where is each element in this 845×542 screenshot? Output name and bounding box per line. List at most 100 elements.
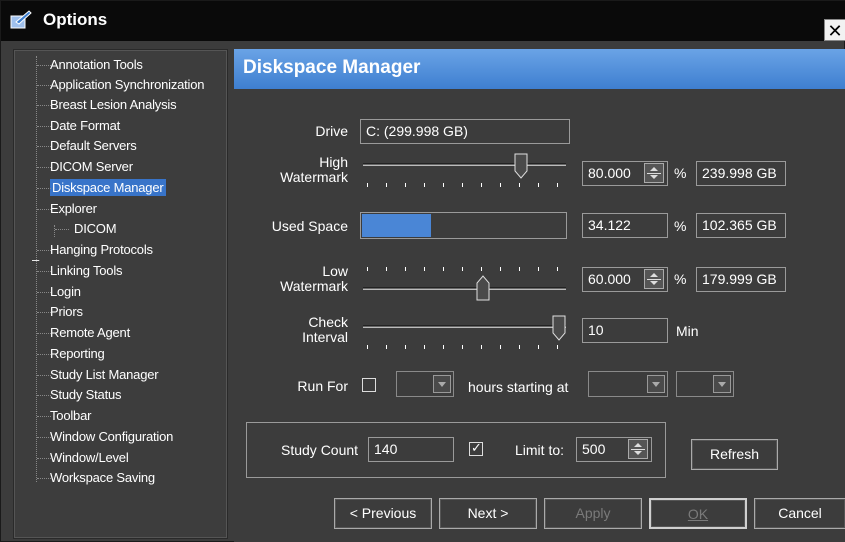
used-space-bar-fill	[362, 214, 431, 237]
high-watermark-size: 239.998 GB	[696, 161, 786, 186]
drive-label: Drive	[315, 123, 348, 139]
check-interval-ticks	[367, 345, 558, 349]
slider-tick	[367, 267, 368, 271]
sidebar-item[interactable]: Breast Lesion Analysis	[50, 95, 177, 115]
tree-connector	[37, 375, 51, 376]
sidebar-item-label: Linking Tools	[50, 263, 123, 278]
start-time-combo[interactable]	[588, 371, 668, 397]
run-for-hours-combo[interactable]	[396, 371, 454, 397]
slider-tick	[405, 345, 406, 349]
tree-connector	[37, 437, 51, 438]
sidebar-item-label: Application Synchronization	[50, 77, 205, 92]
sidebar-item[interactable]: Hanging Protocols	[50, 240, 153, 260]
sidebar-item[interactable]: Window/Level	[50, 448, 129, 468]
sidebar-item[interactable]: Application Synchronization	[50, 75, 205, 95]
chevron-down-icon[interactable]	[433, 375, 451, 393]
low-watermark-ticks	[367, 267, 558, 271]
used-space-value: 34.122	[582, 213, 668, 238]
study-count-field[interactable]: 140	[368, 437, 454, 462]
tree-connector	[37, 126, 51, 127]
sidebar-item-label: Hanging Protocols	[50, 242, 153, 257]
check-interval-value[interactable]: 10	[582, 318, 668, 343]
slider-tick	[519, 345, 520, 349]
slider-tick	[557, 345, 558, 349]
drive-field[interactable]: C: (299.998 GB)	[360, 119, 570, 144]
run-for-label: Run For	[297, 378, 348, 394]
sidebar-item[interactable]: Reporting	[50, 344, 105, 364]
check-interval-slider-thumb[interactable]	[552, 315, 566, 341]
tree-connector	[37, 146, 51, 147]
low-watermark-spinner[interactable]	[644, 269, 664, 289]
sidebar-item[interactable]: DICOM	[74, 219, 117, 239]
slider-tick	[424, 183, 425, 187]
sidebar-item-label: Priors	[50, 304, 83, 319]
options-window: Options ✕ – Annotation Tools Application …	[0, 0, 845, 542]
collapse-icon[interactable]: –	[32, 252, 39, 267]
sidebar-item[interactable]: Default Servers	[50, 136, 137, 156]
sidebar-item[interactable]: Date Format	[50, 116, 120, 136]
sidebar-item[interactable]: Linking Tools	[50, 261, 123, 281]
sidebar-item[interactable]: Remote Agent	[50, 323, 130, 343]
sidebar-item[interactable]: Toolbar	[50, 406, 91, 426]
slider-tick	[538, 267, 539, 271]
slider-tick	[538, 345, 539, 349]
chevron-down-icon[interactable]	[713, 375, 731, 393]
slider-tick	[386, 267, 387, 271]
slider-tick	[557, 267, 558, 271]
sidebar-item[interactable]: Study List Manager	[50, 365, 159, 385]
study-count-label: Study Count	[281, 442, 359, 458]
tree-connector	[37, 333, 51, 334]
slider-tick	[386, 183, 387, 187]
limit-to-label: Limit to:	[515, 442, 565, 458]
sidebar-item[interactable]: Window Configuration	[50, 427, 173, 447]
sidebar-item[interactable]: Priors	[50, 302, 83, 322]
sidebar-item[interactable]: Login	[50, 282, 81, 302]
slider-tick	[443, 345, 444, 349]
sidebar-item[interactable]: Diskspace Manager	[50, 178, 166, 198]
high-watermark-track	[363, 163, 566, 166]
sidebar-item-label: Date Format	[50, 118, 121, 133]
low-watermark-size: 179.999 GB	[696, 267, 786, 292]
ok-button[interactable]: OK	[649, 498, 747, 529]
slider-tick	[462, 183, 463, 187]
next-button[interactable]: Next >	[439, 498, 537, 529]
low-watermark-slider-thumb[interactable]	[476, 275, 490, 301]
cancel-button[interactable]: Cancel	[754, 498, 845, 529]
main-panel: Diskspace Manager Drive C: (299.998 GB) …	[234, 49, 845, 542]
start-time-combo-2[interactable]	[676, 371, 734, 397]
check-interval-label-line1: Check	[308, 314, 348, 330]
slider-tick	[519, 183, 520, 187]
used-space-size: 102.365 GB	[696, 213, 786, 238]
high-watermark-slider-thumb[interactable]	[514, 153, 528, 179]
chevron-down-icon[interactable]	[647, 375, 665, 393]
sidebar-item-label: Breast Lesion Analysis	[50, 97, 177, 112]
apply-button[interactable]: Apply	[544, 498, 642, 529]
sidebar-item[interactable]: Workspace Saving	[50, 468, 155, 488]
sidebar-item[interactable]: Study Status	[50, 385, 122, 405]
used-space-bar	[360, 212, 567, 239]
sidebar-item-label: Workspace Saving	[50, 470, 155, 485]
sidebar-item[interactable]: Explorer	[50, 199, 97, 219]
tree-connector	[37, 85, 51, 86]
high-watermark-spinner[interactable]	[644, 163, 664, 183]
refresh-button[interactable]: Refresh	[691, 439, 778, 470]
options-tree: – Annotation Tools Application Synchroniz…	[13, 49, 228, 539]
sidebar-item-label: Window Configuration	[50, 429, 174, 444]
sidebar-item-label: Toolbar	[50, 408, 92, 423]
close-button[interactable]: ✕	[824, 19, 845, 41]
sidebar-item-label: Annotation Tools	[50, 57, 143, 72]
sidebar-item[interactable]: DICOM Server	[50, 157, 133, 177]
tree-connector	[37, 395, 51, 396]
slider-tick	[424, 267, 425, 271]
slider-tick	[500, 183, 501, 187]
sidebar-item-label: Login	[50, 284, 81, 299]
sidebar-item[interactable]: Annotation Tools	[50, 55, 143, 75]
tree-connector	[37, 105, 51, 106]
slider-tick	[481, 345, 482, 349]
limit-checkbox[interactable]	[469, 440, 483, 456]
tree-connector	[37, 271, 51, 272]
run-for-checkbox[interactable]	[362, 378, 376, 392]
limit-spinner[interactable]	[628, 439, 648, 459]
panel-header: Diskspace Manager	[234, 49, 845, 89]
previous-button[interactable]: < Previous	[334, 498, 432, 529]
